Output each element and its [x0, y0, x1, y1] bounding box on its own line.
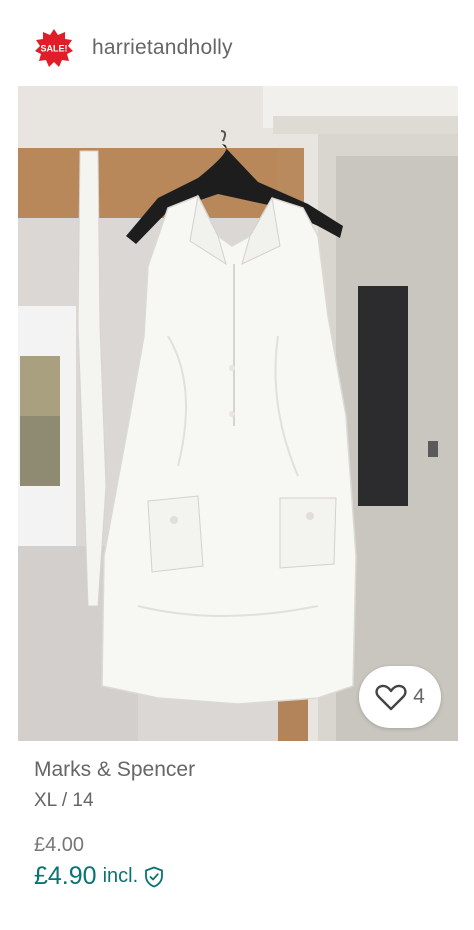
listing-photo[interactable] [18, 86, 458, 741]
seller-header[interactable]: SALE! harrietandholly [34, 28, 233, 68]
sale-badge-text: SALE! [41, 44, 68, 54]
like-count: 4 [413, 685, 425, 708]
heart-icon [375, 684, 407, 711]
sale-badge-icon: SALE! [35, 29, 73, 67]
price-incl-label: incl. [102, 865, 139, 887]
seller-username[interactable]: harrietandholly [92, 36, 233, 60]
like-button[interactable]: 4 [359, 666, 441, 728]
seller-avatar[interactable]: SALE! [34, 28, 74, 68]
price-incl-amount: £4.90 [34, 862, 97, 890]
item-brand: Marks & Spencer [34, 758, 196, 781]
item-size: XL / 14 [34, 790, 94, 811]
item-price: £4.00 [34, 834, 85, 856]
price-with-protection[interactable]: £4.90 incl. [34, 862, 164, 891]
shield-check-icon[interactable] [144, 866, 164, 888]
